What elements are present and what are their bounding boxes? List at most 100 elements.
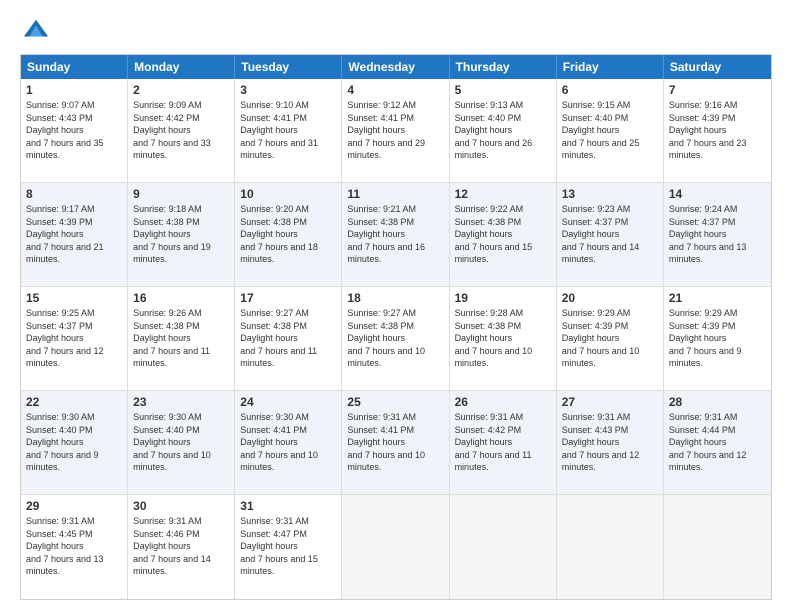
- header: [20, 16, 772, 44]
- calendar-row-1: 1 Sunrise: 9:07 AMSunset: 4:43 PMDayligh…: [21, 79, 771, 183]
- cell-info: Sunrise: 9:28 AMSunset: 4:38 PMDaylight …: [455, 308, 533, 368]
- day-number: 14: [669, 187, 766, 201]
- day-number: 31: [240, 499, 336, 513]
- day-header-sunday: Sunday: [21, 55, 128, 79]
- day-cell-16: 16 Sunrise: 9:26 AMSunset: 4:38 PMDaylig…: [128, 287, 235, 390]
- day-number: 11: [347, 187, 443, 201]
- day-cell-12: 12 Sunrise: 9:22 AMSunset: 4:38 PMDaylig…: [450, 183, 557, 286]
- day-number: 23: [133, 395, 229, 409]
- day-cell-18: 18 Sunrise: 9:27 AMSunset: 4:38 PMDaylig…: [342, 287, 449, 390]
- calendar-row-3: 15 Sunrise: 9:25 AMSunset: 4:37 PMDaylig…: [21, 287, 771, 391]
- day-cell-25: 25 Sunrise: 9:31 AMSunset: 4:41 PMDaylig…: [342, 391, 449, 494]
- day-number: 13: [562, 187, 658, 201]
- day-number: 28: [669, 395, 766, 409]
- day-cell-22: 22 Sunrise: 9:30 AMSunset: 4:40 PMDaylig…: [21, 391, 128, 494]
- day-number: 4: [347, 83, 443, 97]
- day-header-thursday: Thursday: [450, 55, 557, 79]
- cell-info: Sunrise: 9:22 AMSunset: 4:38 PMDaylight …: [455, 204, 533, 264]
- day-number: 9: [133, 187, 229, 201]
- day-header-wednesday: Wednesday: [342, 55, 449, 79]
- calendar-row-2: 8 Sunrise: 9:17 AMSunset: 4:39 PMDayligh…: [21, 183, 771, 287]
- cell-info: Sunrise: 9:21 AMSunset: 4:38 PMDaylight …: [347, 204, 425, 264]
- logo-text: [20, 16, 50, 44]
- cell-info: Sunrise: 9:27 AMSunset: 4:38 PMDaylight …: [347, 308, 425, 368]
- day-cell-8: 8 Sunrise: 9:17 AMSunset: 4:39 PMDayligh…: [21, 183, 128, 286]
- day-number: 8: [26, 187, 122, 201]
- day-cell-5: 5 Sunrise: 9:13 AMSunset: 4:40 PMDayligh…: [450, 79, 557, 182]
- day-number: 5: [455, 83, 551, 97]
- day-cell-9: 9 Sunrise: 9:18 AMSunset: 4:38 PMDayligh…: [128, 183, 235, 286]
- day-cell-13: 13 Sunrise: 9:23 AMSunset: 4:37 PMDaylig…: [557, 183, 664, 286]
- cell-info: Sunrise: 9:27 AMSunset: 4:38 PMDaylight …: [240, 308, 317, 368]
- cell-info: Sunrise: 9:18 AMSunset: 4:38 PMDaylight …: [133, 204, 211, 264]
- day-number: 19: [455, 291, 551, 305]
- day-number: 18: [347, 291, 443, 305]
- day-cell-1: 1 Sunrise: 9:07 AMSunset: 4:43 PMDayligh…: [21, 79, 128, 182]
- empty-cell: [342, 495, 449, 599]
- cell-info: Sunrise: 9:15 AMSunset: 4:40 PMDaylight …: [562, 100, 640, 160]
- day-number: 16: [133, 291, 229, 305]
- cell-info: Sunrise: 9:10 AMSunset: 4:41 PMDaylight …: [240, 100, 318, 160]
- day-cell-19: 19 Sunrise: 9:28 AMSunset: 4:38 PMDaylig…: [450, 287, 557, 390]
- cell-info: Sunrise: 9:30 AMSunset: 4:40 PMDaylight …: [26, 412, 99, 472]
- day-header-tuesday: Tuesday: [235, 55, 342, 79]
- day-number: 12: [455, 187, 551, 201]
- calendar: SundayMondayTuesdayWednesdayThursdayFrid…: [20, 54, 772, 600]
- cell-info: Sunrise: 9:29 AMSunset: 4:39 PMDaylight …: [669, 308, 742, 368]
- day-cell-23: 23 Sunrise: 9:30 AMSunset: 4:40 PMDaylig…: [128, 391, 235, 494]
- cell-info: Sunrise: 9:07 AMSunset: 4:43 PMDaylight …: [26, 100, 104, 160]
- day-cell-24: 24 Sunrise: 9:30 AMSunset: 4:41 PMDaylig…: [235, 391, 342, 494]
- day-cell-17: 17 Sunrise: 9:27 AMSunset: 4:38 PMDaylig…: [235, 287, 342, 390]
- day-cell-28: 28 Sunrise: 9:31 AMSunset: 4:44 PMDaylig…: [664, 391, 771, 494]
- day-number: 21: [669, 291, 766, 305]
- day-number: 10: [240, 187, 336, 201]
- calendar-row-4: 22 Sunrise: 9:30 AMSunset: 4:40 PMDaylig…: [21, 391, 771, 495]
- cell-info: Sunrise: 9:31 AMSunset: 4:43 PMDaylight …: [562, 412, 640, 472]
- day-header-friday: Friday: [557, 55, 664, 79]
- page: SundayMondayTuesdayWednesdayThursdayFrid…: [0, 0, 792, 612]
- day-cell-14: 14 Sunrise: 9:24 AMSunset: 4:37 PMDaylig…: [664, 183, 771, 286]
- day-number: 27: [562, 395, 658, 409]
- day-number: 15: [26, 291, 122, 305]
- day-number: 7: [669, 83, 766, 97]
- day-cell-3: 3 Sunrise: 9:10 AMSunset: 4:41 PMDayligh…: [235, 79, 342, 182]
- cell-info: Sunrise: 9:23 AMSunset: 4:37 PMDaylight …: [562, 204, 640, 264]
- cell-info: Sunrise: 9:25 AMSunset: 4:37 PMDaylight …: [26, 308, 104, 368]
- calendar-body: 1 Sunrise: 9:07 AMSunset: 4:43 PMDayligh…: [21, 79, 771, 599]
- cell-info: Sunrise: 9:13 AMSunset: 4:40 PMDaylight …: [455, 100, 533, 160]
- day-number: 3: [240, 83, 336, 97]
- day-cell-4: 4 Sunrise: 9:12 AMSunset: 4:41 PMDayligh…: [342, 79, 449, 182]
- cell-info: Sunrise: 9:12 AMSunset: 4:41 PMDaylight …: [347, 100, 425, 160]
- calendar-row-5: 29 Sunrise: 9:31 AMSunset: 4:45 PMDaylig…: [21, 495, 771, 599]
- cell-info: Sunrise: 9:09 AMSunset: 4:42 PMDaylight …: [133, 100, 211, 160]
- cell-info: Sunrise: 9:24 AMSunset: 4:37 PMDaylight …: [669, 204, 747, 264]
- day-number: 17: [240, 291, 336, 305]
- day-number: 25: [347, 395, 443, 409]
- cell-info: Sunrise: 9:31 AMSunset: 4:45 PMDaylight …: [26, 516, 104, 576]
- day-cell-10: 10 Sunrise: 9:20 AMSunset: 4:38 PMDaylig…: [235, 183, 342, 286]
- cell-info: Sunrise: 9:26 AMSunset: 4:38 PMDaylight …: [133, 308, 210, 368]
- day-cell-30: 30 Sunrise: 9:31 AMSunset: 4:46 PMDaylig…: [128, 495, 235, 599]
- cell-info: Sunrise: 9:16 AMSunset: 4:39 PMDaylight …: [669, 100, 747, 160]
- day-cell-29: 29 Sunrise: 9:31 AMSunset: 4:45 PMDaylig…: [21, 495, 128, 599]
- day-cell-6: 6 Sunrise: 9:15 AMSunset: 4:40 PMDayligh…: [557, 79, 664, 182]
- cell-info: Sunrise: 9:17 AMSunset: 4:39 PMDaylight …: [26, 204, 104, 264]
- logo-icon: [22, 16, 50, 44]
- cell-info: Sunrise: 9:31 AMSunset: 4:44 PMDaylight …: [669, 412, 747, 472]
- day-number: 29: [26, 499, 122, 513]
- day-header-saturday: Saturday: [664, 55, 771, 79]
- day-cell-7: 7 Sunrise: 9:16 AMSunset: 4:39 PMDayligh…: [664, 79, 771, 182]
- cell-info: Sunrise: 9:29 AMSunset: 4:39 PMDaylight …: [562, 308, 640, 368]
- empty-cell: [664, 495, 771, 599]
- cell-info: Sunrise: 9:31 AMSunset: 4:47 PMDaylight …: [240, 516, 318, 576]
- calendar-header: SundayMondayTuesdayWednesdayThursdayFrid…: [21, 55, 771, 79]
- cell-info: Sunrise: 9:31 AMSunset: 4:41 PMDaylight …: [347, 412, 425, 472]
- cell-info: Sunrise: 9:31 AMSunset: 4:46 PMDaylight …: [133, 516, 211, 576]
- empty-cell: [450, 495, 557, 599]
- day-cell-15: 15 Sunrise: 9:25 AMSunset: 4:37 PMDaylig…: [21, 287, 128, 390]
- day-number: 22: [26, 395, 122, 409]
- day-cell-2: 2 Sunrise: 9:09 AMSunset: 4:42 PMDayligh…: [128, 79, 235, 182]
- day-cell-26: 26 Sunrise: 9:31 AMSunset: 4:42 PMDaylig…: [450, 391, 557, 494]
- cell-info: Sunrise: 9:30 AMSunset: 4:40 PMDaylight …: [133, 412, 211, 472]
- cell-info: Sunrise: 9:30 AMSunset: 4:41 PMDaylight …: [240, 412, 318, 472]
